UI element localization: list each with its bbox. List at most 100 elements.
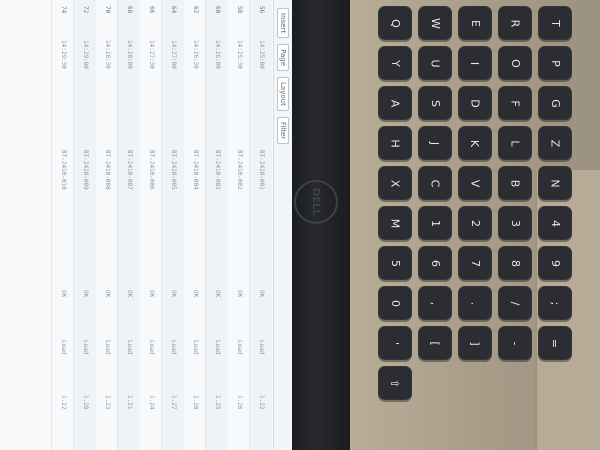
keyboard-key[interactable]: , (418, 286, 452, 320)
keyboard-key[interactable]: 2 (458, 206, 492, 240)
table-cell: OK (148, 290, 155, 298)
keyboard-key[interactable]: 7 (458, 246, 492, 280)
keyboard-key[interactable]: H (378, 126, 412, 160)
table-cell: 70 (104, 6, 111, 14)
keyboard-key[interactable]: O (498, 46, 532, 80)
keyboard-key[interactable]: I (458, 46, 492, 80)
keyboard-key[interactable]: [ (418, 326, 452, 360)
keyboard-key[interactable]: 3 (498, 206, 532, 240)
toolbar-item-3[interactable]: Filter (277, 116, 289, 145)
keyboard-key[interactable]: K (458, 126, 492, 160)
table-row[interactable]: 58 14:25:30 BT-2410-002 OK Load 1.26 (227, 0, 250, 450)
keyboard-key[interactable]: . (458, 286, 492, 320)
toolbar-item-0[interactable]: Insert (277, 8, 289, 39)
keyboard-key[interactable]: P (538, 46, 572, 80)
keyboard-key[interactable]: Q (378, 6, 412, 40)
keyboard-key[interactable]: Z (538, 126, 572, 160)
key-label: 1 (428, 219, 442, 227)
keyboard-key[interactable]: A (378, 86, 412, 120)
key-label: 3 (508, 219, 522, 227)
key-label: N (548, 178, 562, 188)
keyboard-key[interactable]: R (498, 6, 532, 40)
keyboard-key[interactable]: = (538, 326, 572, 360)
keyboard-key[interactable]: M (378, 206, 412, 240)
table-cell: OK (60, 290, 67, 298)
keyboard-key[interactable]: J (418, 126, 452, 160)
table-cell: OK (258, 290, 265, 298)
keyboard-key[interactable]: Y (378, 46, 412, 80)
table-cell: 60 (214, 6, 221, 14)
table-row[interactable]: 74 14:29:30 BT-2410-010 OK Load 1.22 (51, 0, 74, 450)
table-cell: 64 (170, 6, 177, 14)
table-cell: 68 (126, 6, 133, 14)
keyboard-key[interactable]: 9 (538, 246, 572, 280)
table-cell: 62 (192, 6, 199, 14)
keyboard-key[interactable]: 8 (498, 246, 532, 280)
key-label: 4 (548, 219, 562, 227)
table-cell: BT-2410-003 (214, 150, 221, 190)
key-label: I (468, 61, 482, 65)
table-row[interactable]: 60 14:26:00 BT-2410-003 OK Load 1.25 (205, 0, 228, 450)
keyboard-key[interactable]: C (418, 166, 452, 200)
keyboard-key[interactable]: F (498, 86, 532, 120)
keyboard-key[interactable]: D (458, 86, 492, 120)
table-cell: Load (192, 340, 199, 355)
keyboard-key[interactable]: V (458, 166, 492, 200)
keyboard-key[interactable]: 5 (378, 246, 412, 280)
key-label: ; (548, 301, 562, 305)
table-cell: 72 (82, 6, 89, 14)
key-label: 7 (468, 259, 482, 267)
keyboard-key[interactable]: T (538, 6, 572, 40)
keyboard-key[interactable]: N (538, 166, 572, 200)
keyboard-key[interactable]: / (498, 286, 532, 320)
key-label: T (548, 19, 562, 27)
table-cell: 1.26 (236, 395, 243, 410)
toolbar-item-1[interactable]: Page (277, 44, 289, 72)
table-cell: 14:28:00 (126, 40, 133, 69)
key-label: . (468, 301, 482, 305)
keyboard-key[interactable]: 4 (538, 206, 572, 240)
table-cell: 1.20 (192, 395, 199, 410)
keyboard-key[interactable]: E (458, 6, 492, 40)
table-cell: 14:25:30 (236, 40, 243, 69)
keyboard-key[interactable]: 1 (418, 206, 452, 240)
keyboard-key[interactable]: 0 (378, 286, 412, 320)
keyboard-key[interactable]: ⇧ (378, 366, 412, 400)
table-cell: 1.21 (126, 395, 133, 410)
keyboard-key[interactable]: G (538, 86, 572, 120)
keyboard-key[interactable]: ] (458, 326, 492, 360)
key-label: 2 (468, 219, 482, 227)
keyboard-key[interactable]: S (418, 86, 452, 120)
toolbar-item-2[interactable]: Layout (277, 77, 289, 111)
key-label: W (428, 17, 442, 29)
keyboard-key[interactable]: X (378, 166, 412, 200)
table-cell: 14:25:00 (258, 40, 265, 69)
keyboard-key[interactable]: ; (538, 286, 572, 320)
keyboard-key[interactable]: L (498, 126, 532, 160)
table-cell: 14:28:30 (104, 40, 111, 69)
photo-scene: Insert Page Layout Filter 56 14:25:00 BT-2… (0, 0, 600, 450)
table-row[interactable]: 70 14:28:30 BT-2410-008 OK Load 1.23 (95, 0, 118, 450)
table-row[interactable]: 56 14:25:00 BT-2410-001 OK Load 1.22 (249, 0, 272, 450)
key-label: U (428, 58, 442, 68)
table-row[interactable]: 62 14:26:30 BT-2410-004 OK Load 1.20 (183, 0, 206, 450)
key-label: B (508, 179, 522, 187)
key-label: 9 (548, 259, 562, 267)
keyboard-key[interactable]: W (418, 6, 452, 40)
table-row[interactable]: 64 14:27:00 BT-2410-005 OK Load 1.27 (161, 0, 184, 450)
table-cell: OK (236, 290, 243, 298)
table-row[interactable]: 72 14:29:00 BT-2410-009 OK Load 1.28 (73, 0, 96, 450)
keyboard-key[interactable]: ' (378, 326, 412, 360)
keyboard-key[interactable]: B (498, 166, 532, 200)
table-cell: 14:26:00 (214, 40, 221, 69)
keyboard-key[interactable]: 6 (418, 246, 452, 280)
keyboard-key[interactable]: - (498, 326, 532, 360)
key-label: M (388, 218, 402, 228)
key-label: ' (388, 341, 402, 345)
table-cell: OK (104, 290, 111, 298)
key-label: Q (388, 18, 402, 28)
keyboard-key[interactable]: U (418, 46, 452, 80)
table-row[interactable]: 66 14:27:30 BT-2410-006 OK Load 1.24 (139, 0, 162, 450)
table-cell: Load (82, 340, 89, 355)
table-row[interactable]: 68 14:28:00 BT-2410-007 OK Load 1.21 (117, 0, 140, 450)
